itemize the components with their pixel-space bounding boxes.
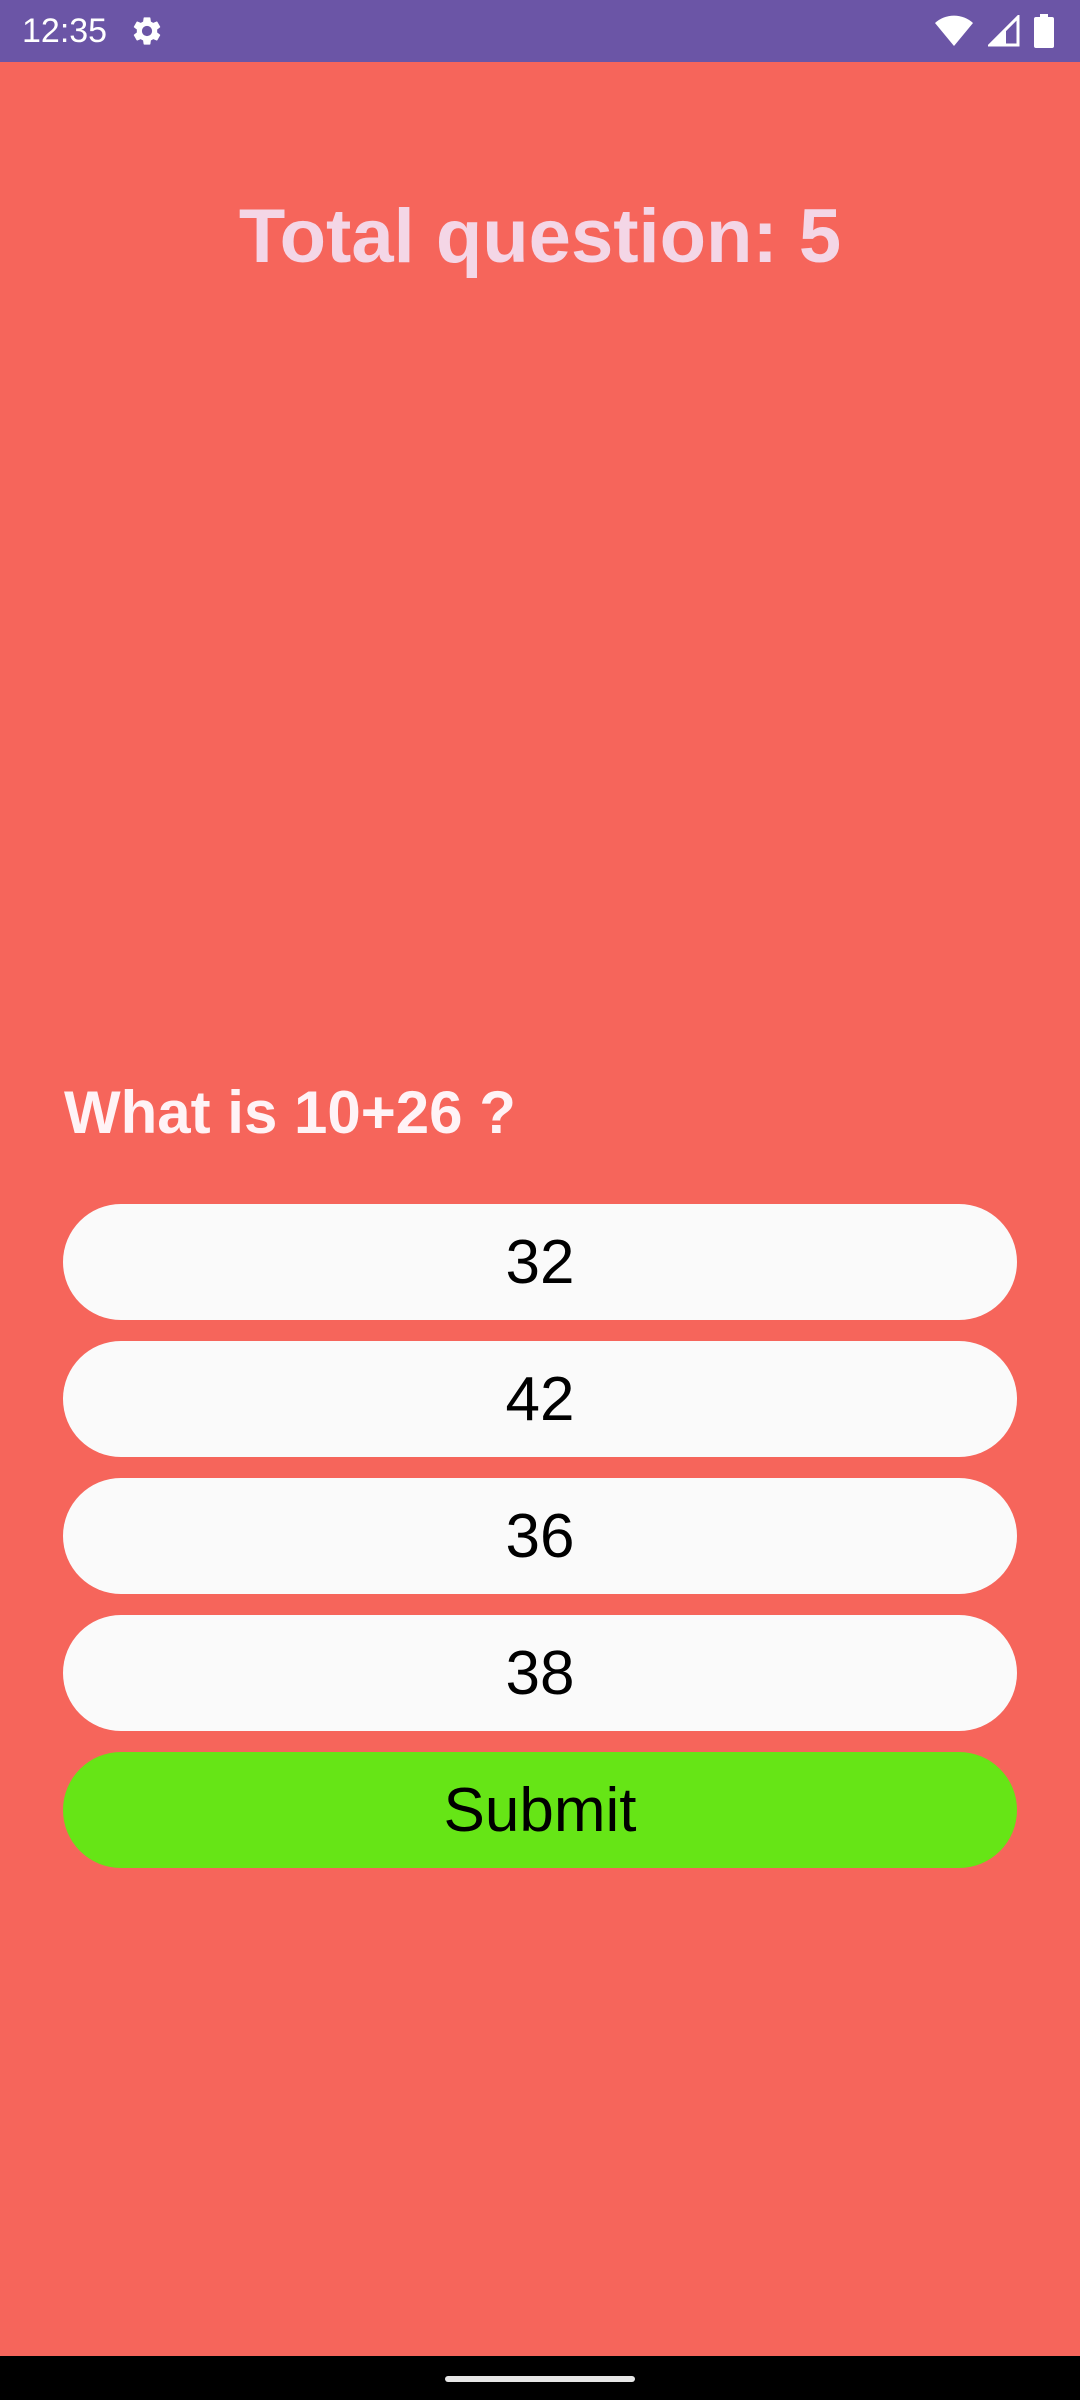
- battery-icon: [1034, 14, 1054, 48]
- option-button-1[interactable]: 32: [63, 1204, 1017, 1320]
- submit-button[interactable]: Submit: [63, 1752, 1017, 1868]
- home-gesture-handle[interactable]: [445, 2376, 635, 2382]
- option-button-3[interactable]: 36: [63, 1478, 1017, 1594]
- quiz-screen: Total question: 5 What is 10+26 ? 32 42 …: [0, 62, 1080, 2356]
- option-button-4[interactable]: 38: [63, 1615, 1017, 1731]
- navigation-bar: [0, 2356, 1080, 2400]
- settings-gear-icon: [130, 14, 164, 48]
- wifi-icon: [934, 15, 974, 47]
- status-bar: 12:35: [0, 0, 1080, 62]
- cell-signal-icon: [988, 15, 1020, 47]
- option-button-2[interactable]: 42: [63, 1341, 1017, 1457]
- question-text: What is 10+26 ?: [64, 1079, 516, 1146]
- status-icons: [934, 13, 1054, 49]
- total-questions-title: Total question: 5: [238, 194, 842, 279]
- status-time: 12:35: [22, 12, 108, 50]
